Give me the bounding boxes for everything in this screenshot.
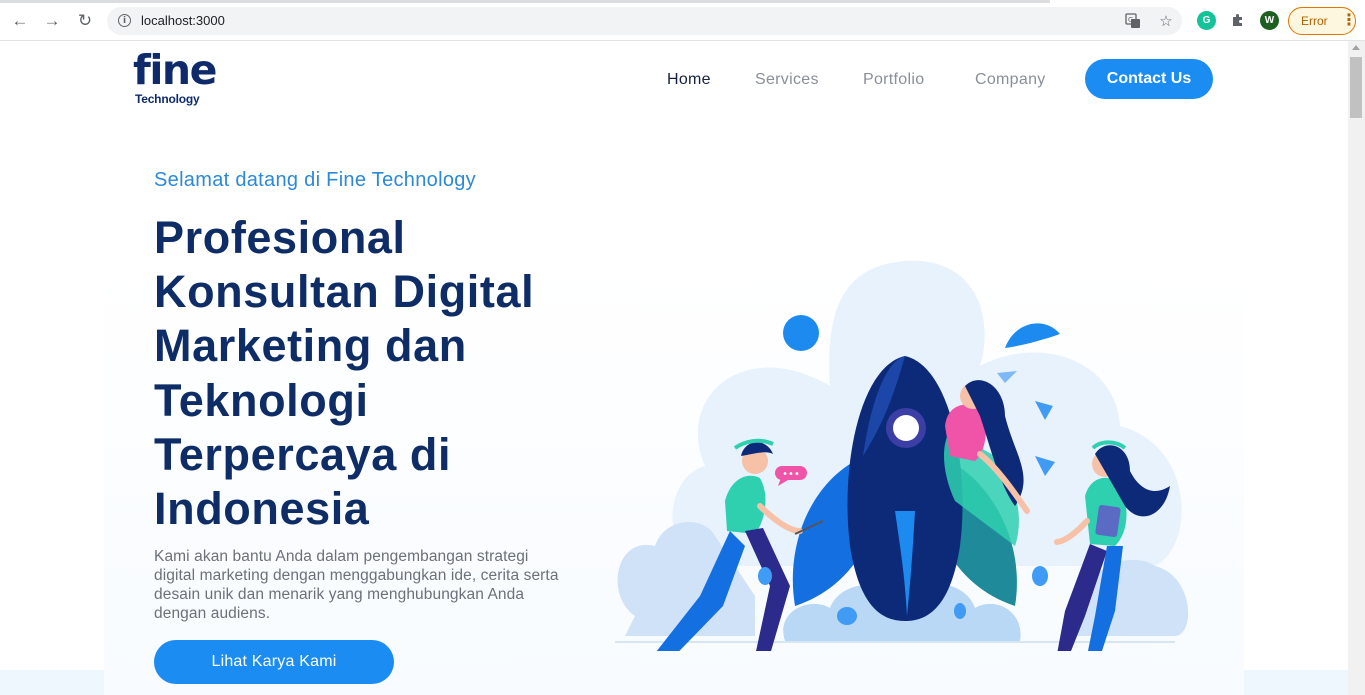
nav-company[interactable]: Company [975,71,1046,89]
floating-petal [1005,323,1060,348]
page: fine Technology Home Services Portfolio … [0,41,1348,695]
drop-3 [1032,566,1048,586]
back-icon[interactable]: ← [9,10,31,32]
hero-headline: Profesional Konsultan Digital Marketing … [154,212,535,535]
nav-portfolio[interactable]: Portfolio [863,71,924,89]
scroll-up-arrow-icon[interactable] [1352,45,1360,50]
floating-circle [783,315,819,351]
translate-icon[interactable]: G [1124,12,1142,30]
logo-subtitle: Technology [135,92,200,106]
rocket-launch-illustration: ••• [615,260,1189,651]
url-text[interactable]: localhost:3000 [141,13,225,28]
drop-4 [954,603,966,619]
welcome-text: Selamat datang di Fine Technology [154,169,476,191]
error-label: Error [1301,14,1328,28]
svg-text:G: G [1128,16,1133,24]
error-button[interactable]: Error ⋮ [1288,7,1357,35]
browser-toolbar: ← → ↻ i localhost:3000 G ☆ G W Error ⋮ [0,0,1365,41]
nav-services[interactable]: Services [755,71,819,89]
page-scrollbar[interactable] [1348,41,1365,695]
forward-icon[interactable]: → [41,10,63,32]
bookmark-star-icon[interactable]: ☆ [1157,12,1175,30]
rocket-window [893,415,919,441]
extensions-puzzle-icon[interactable] [1227,9,1249,31]
drop-1 [837,607,857,625]
contact-us-button[interactable]: Contact Us [1085,59,1213,99]
profile-avatar[interactable]: W [1260,11,1279,30]
reload-icon[interactable]: ↻ [74,10,96,32]
speech-bubble-dots: ••• [782,469,800,480]
tab-strip-edge [0,0,1050,3]
grammarly-icon[interactable]: G [1197,11,1216,30]
hero-description: Kami akan bantu Anda dalam pengembangan … [154,548,559,622]
logo[interactable]: fine Technology [133,46,217,108]
kebab-menu-icon[interactable]: ⋮ [1341,11,1357,31]
logo-word: fine [133,46,217,94]
nav-home[interactable]: Home [667,71,711,89]
scroll-thumb[interactable] [1350,57,1362,118]
person-right-notebook [1095,505,1121,537]
drop-2 [758,567,772,585]
see-portfolio-button[interactable]: Lihat Karya Kami [154,640,394,684]
address-bar[interactable]: i localhost:3000 G ☆ [107,7,1182,35]
info-icon[interactable]: i [118,14,131,27]
